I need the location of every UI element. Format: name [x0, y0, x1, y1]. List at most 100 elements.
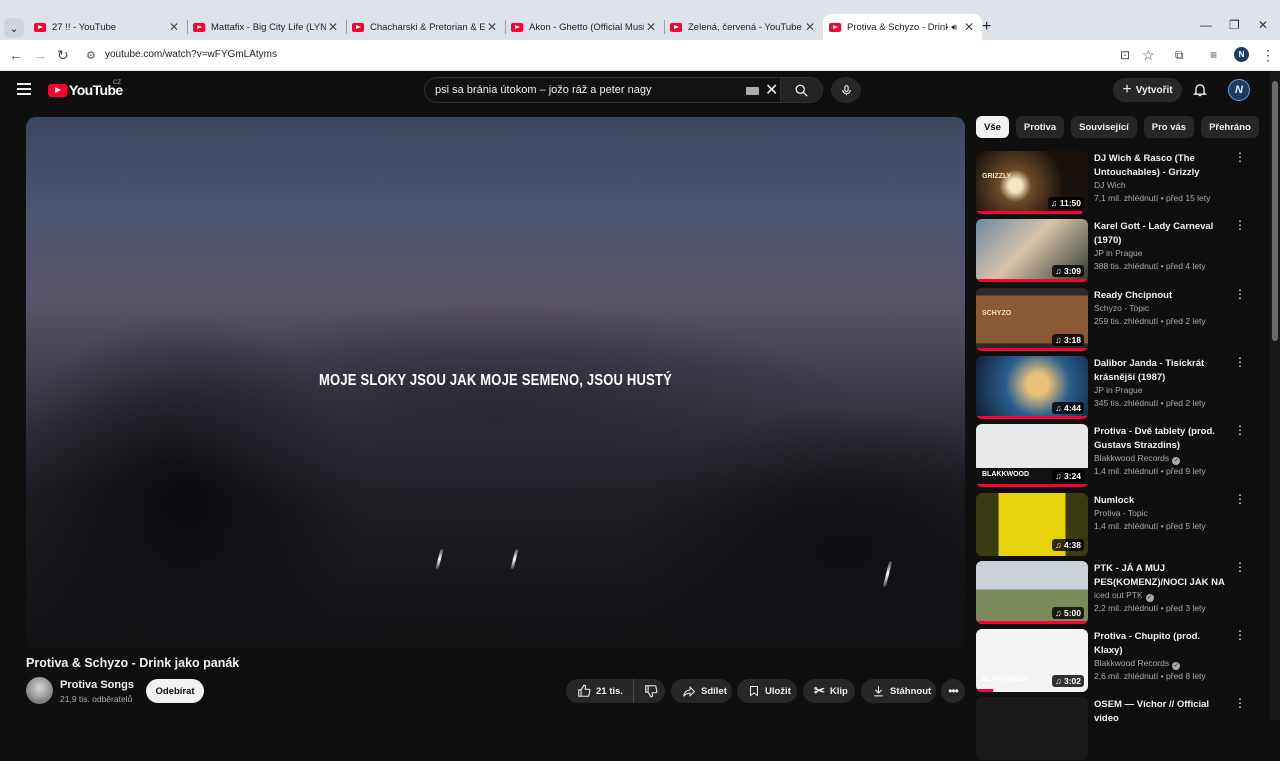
back-button[interactable]: ← — [9, 47, 23, 63]
forward-button[interactable]: → — [33, 47, 47, 63]
recommendation-channel[interactable]: JP in Prague — [1094, 385, 1143, 395]
recommendation-title[interactable]: DJ Wich & Rasco (The Untouchables) - Gri… — [1094, 152, 1228, 179]
recommendation-item[interactable]: BLAKKWOOD ♫ 3:02 Protiva - Chupito (prod. … — [976, 629, 1256, 693]
recommendation-item[interactable]: ♫ 5:00 PTK - JÁ A MUJ PES(KOMENZ)/NOCI JA… — [976, 561, 1256, 625]
video-thumbnail[interactable]: ♫ 3:09 — [976, 219, 1088, 282]
more-options-icon[interactable]: ⋮ — [1234, 697, 1246, 709]
recommendation-title[interactable]: Ready Chcipnout — [1094, 289, 1228, 303]
recommendation-channel[interactable]: DJ Wich — [1094, 180, 1126, 190]
channel-name[interactable]: Protiva Songs — [60, 679, 134, 691]
guide-menu-icon[interactable] — [17, 83, 31, 98]
browser-tab[interactable]: Protiva & Schyzo - Drink jak🔊︎ ✕ — [823, 14, 982, 40]
extensions-icon[interactable]: ⧉ — [1175, 47, 1184, 63]
dislike-button[interactable] — [634, 684, 658, 698]
close-tab-icon[interactable]: ✕ — [803, 20, 817, 34]
video-thumbnail[interactable]: SCHYZO ♫ 3:18 — [976, 288, 1088, 351]
save-button[interactable]: Uložit — [737, 679, 797, 703]
video-thumbnail[interactable]: ♫ 4:44 — [976, 356, 1088, 419]
browser-tab[interactable]: Zelená, červená - YouTube ✕ — [664, 14, 823, 40]
download-button[interactable]: Stáhnout — [861, 679, 936, 703]
youtube-logo[interactable]: YouTube — [48, 82, 123, 98]
tab-search-button[interactable]: ⌄ — [4, 18, 24, 38]
more-options-icon[interactable]: ⋮ — [1234, 493, 1246, 505]
channel-avatar[interactable] — [26, 677, 53, 704]
restore-button[interactable]: ❐ — [1229, 18, 1240, 32]
chrome-menu-icon[interactable]: ⋮ — [1261, 47, 1275, 63]
create-button[interactable]: + Vytvořit — [1113, 78, 1182, 102]
recommendation-channel[interactable]: Blakkwood Records ✓ — [1094, 658, 1181, 670]
new-tab-button[interactable]: + — [982, 18, 991, 36]
profile-avatar[interactable]: N — [1234, 47, 1249, 62]
recommendation-title[interactable]: Numlock — [1094, 494, 1228, 508]
recommendation-channel[interactable]: iced out PTK ✓ — [1094, 590, 1154, 602]
video-thumbnail[interactable]: BLAKKWOOD ♫ 3:24 — [976, 424, 1088, 487]
more-options-icon[interactable]: ⋮ — [1234, 151, 1246, 163]
filter-chip[interactable]: Pro vás — [1143, 116, 1195, 138]
clip-button[interactable]: ✂ Klip — [803, 679, 855, 703]
more-options-icon[interactable]: ⋮ — [1234, 629, 1246, 641]
close-tab-icon[interactable]: ✕ — [644, 20, 658, 34]
close-window-button[interactable]: ✕ — [1258, 18, 1268, 32]
video-thumbnail[interactable]: ♫ 4:38 — [976, 493, 1088, 556]
more-options-icon[interactable]: ⋮ — [1234, 561, 1246, 573]
url-text[interactable]: youtube.com/watch?v=wFYGmLAtyms — [105, 49, 277, 60]
account-avatar[interactable]: N — [1228, 79, 1250, 101]
close-tab-icon[interactable]: ✕ — [962, 20, 976, 34]
close-tab-icon[interactable]: ✕ — [326, 20, 340, 34]
filter-chip[interactable]: Vše — [976, 116, 1009, 138]
video-thumbnail[interactable]: GRIZZLY ♫ 11:50 — [976, 151, 1088, 214]
more-actions-button[interactable]: ••• — [941, 679, 965, 703]
recommendation-item[interactable]: BLAKKWOOD ♫ 3:24 Protiva - Dvě tablety (pr… — [976, 424, 1256, 488]
close-tab-icon[interactable]: ✕ — [167, 20, 181, 34]
page-scrollbar[interactable] — [1270, 71, 1280, 720]
video-thumbnail[interactable]: ♫ 5:00 — [976, 561, 1088, 624]
more-options-icon[interactable]: ⋮ — [1234, 424, 1246, 436]
browser-tab[interactable]: 27 !! - YouTube ✕ — [28, 14, 187, 40]
notifications-bell-icon[interactable] — [1192, 81, 1208, 103]
recommendation-title[interactable]: PTK - JÁ A MUJ PES(KOMENZ)/NOCI JAK NA .… — [1094, 562, 1228, 589]
minimize-button[interactable]: — — [1200, 18, 1212, 32]
recommendation-item[interactable]: GRIZZLY ♫ 11:50 DJ Wich & Rasco (The Untou… — [976, 151, 1256, 215]
search-button[interactable] — [781, 77, 823, 103]
scrollbar-thumb[interactable] — [1272, 81, 1278, 341]
reload-button[interactable]: ↻ — [57, 47, 69, 63]
subscribe-button[interactable]: Odebírat — [146, 679, 204, 703]
more-options-icon[interactable]: ⋮ — [1234, 288, 1246, 300]
media-controls-icon[interactable]: ≡ — [1210, 47, 1217, 63]
video-thumbnail[interactable]: BLAKKWOOD ♫ 3:02 — [976, 629, 1088, 692]
video-thumbnail[interactable] — [976, 697, 1088, 760]
recommendation-title[interactable]: Protiva - Chupito (prod. Klaxy) — [1094, 630, 1228, 657]
more-options-icon[interactable]: ⋮ — [1234, 356, 1246, 368]
recommendation-item[interactable]: OSEM — Víchor // Official video ⋮ — [976, 697, 1256, 761]
filter-chip[interactable]: Přehráno — [1201, 116, 1259, 138]
browser-tab[interactable]: Chacharski & Pretorian & El Ba✕ — [346, 14, 505, 40]
like-button[interactable]: 21 tis. — [566, 679, 634, 703]
browser-tab[interactable]: Mattafix - Big City Life (LYNE Dr✕ — [187, 14, 346, 40]
recommendation-item[interactable]: ♫ 4:44 Dalibor Janda - Tisíckrát krásnějš… — [976, 356, 1256, 420]
filter-chip[interactable]: Související — [1071, 116, 1137, 138]
site-info-icon[interactable]: ⚙ — [86, 49, 96, 62]
clear-search-icon[interactable]: ✕ — [765, 80, 778, 100]
speaker-icon[interactable]: 🔊︎ — [951, 22, 957, 33]
install-app-icon[interactable]: ⊡ — [1120, 47, 1130, 63]
close-tab-icon[interactable]: ✕ — [485, 20, 499, 34]
recommendation-item[interactable]: SCHYZO ♫ 3:18 Ready Chcipnout Schyzo - Topi… — [976, 288, 1256, 352]
recommendation-title[interactable]: Dalibor Janda - Tisíckrát krásnější (198… — [1094, 357, 1228, 384]
keyboard-icon[interactable] — [746, 87, 759, 95]
address-bar[interactable]: ⚙ youtube.com/watch?v=wFYGmLAtyms — [78, 43, 1168, 68]
recommendation-channel[interactable]: Protiva - Topic — [1094, 508, 1148, 518]
recommendation-item[interactable]: ♫ 4:38 Numlock Protiva - Topic 1,4 mil. zhl… — [976, 493, 1256, 557]
recommendation-title[interactable]: Protiva - Dvě tablety (prod. Gustavs Str… — [1094, 425, 1228, 452]
bookmark-star-icon[interactable]: ☆ — [1142, 47, 1155, 63]
more-options-icon[interactable]: ⋮ — [1234, 219, 1246, 231]
search-value[interactable]: psi sa bránia útokom – jožo ráž a peter … — [435, 84, 651, 96]
share-button[interactable]: Sdílet — [671, 679, 732, 703]
recommendation-channel[interactable]: JP in Prague — [1094, 248, 1143, 258]
recommendation-channel[interactable]: Blakkwood Records ✓ — [1094, 453, 1181, 465]
search-input[interactable]: psi sa bránia útokom – jožo ráž a peter … — [424, 77, 781, 103]
recommendation-title[interactable]: Karel Gott - Lady Carneval (1970) — [1094, 220, 1228, 247]
voice-search-button[interactable] — [831, 77, 861, 103]
browser-tab[interactable]: Akon - Ghetto (Official Music V✕ — [505, 14, 664, 40]
video-player[interactable]: MOJE SLOKY JSOU JAK MOJE SEMENO, JSOU HU… — [26, 117, 965, 649]
recommendation-title[interactable]: OSEM — Víchor // Official video — [1094, 698, 1228, 725]
